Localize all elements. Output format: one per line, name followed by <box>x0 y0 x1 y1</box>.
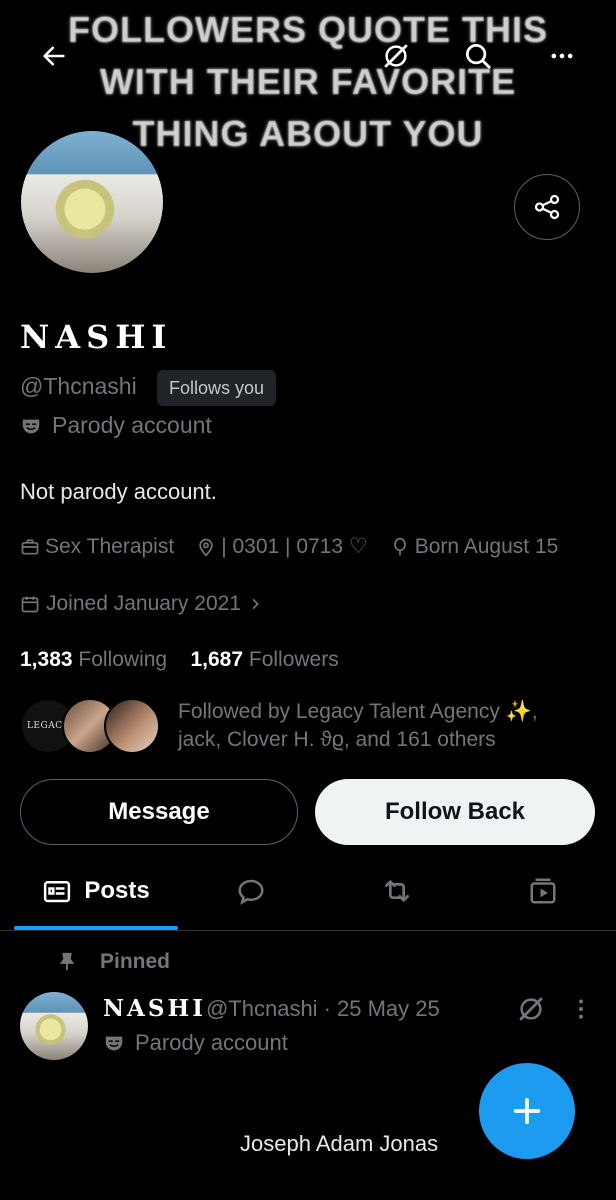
parody-label: Parody account <box>20 412 212 439</box>
active-tab-indicator <box>14 926 178 930</box>
profile-bio: Not parody account. <box>20 479 217 504</box>
follow-back-button[interactable]: Follow Back <box>315 779 595 845</box>
following-link[interactable]: 1,383 Following <box>20 648 167 671</box>
location-text: | 0301 | 0713 ♡ <box>221 535 368 558</box>
post-header: NASHI @Thcnashi · 25 May 25 <box>103 995 440 1022</box>
profession-text: Sex Therapist <box>45 534 175 558</box>
post-avatar[interactable] <box>20 992 88 1060</box>
followed-by-line1: Followed by Legacy Talent Agency ✨, <box>178 700 538 723</box>
pin-icon <box>59 952 75 971</box>
share-icon <box>534 194 560 220</box>
grok-button[interactable] <box>374 34 418 78</box>
followed-by-row[interactable]: LEGACY Followed by Legacy Talent Agency … <box>20 698 538 754</box>
search-icon <box>466 44 491 69</box>
post-body-text: Joseph Adam Jonas <box>240 1131 439 1156</box>
followed-by-line2: jack, Clover H. ϑϱ, and 161 others <box>178 728 496 751</box>
tab-reposts[interactable] <box>358 852 436 930</box>
repost-icon <box>385 880 409 902</box>
more-icon <box>551 53 573 59</box>
video-icon <box>530 878 556 904</box>
balloon-icon <box>393 537 406 555</box>
profile-name: NASHI <box>20 318 173 356</box>
post-date: · 25 May 25 <box>323 996 440 1021</box>
location-pin-icon <box>199 538 213 557</box>
post-grok-button[interactable] <box>516 994 546 1029</box>
post-author-handle[interactable]: @Thcnashi <box>206 996 318 1022</box>
mask-icon <box>22 419 40 433</box>
profile-tabs: Posts <box>0 852 616 931</box>
joined-row[interactable]: Joined January 2021 <box>20 592 263 616</box>
message-button[interactable]: Message <box>20 779 298 845</box>
more-options-button[interactable] <box>540 34 584 78</box>
chevron-right-icon <box>252 598 259 610</box>
search-button[interactable] <box>456 34 500 78</box>
following-count: 1,383 <box>20 648 73 671</box>
share-button[interactable] <box>514 174 580 240</box>
compose-post-button[interactable] <box>479 1063 575 1159</box>
grok-icon <box>384 44 408 68</box>
profile-handle: @Thcnashi <box>20 373 137 399</box>
parody-text: Parody account <box>52 412 212 438</box>
pinned-label: Pinned <box>100 950 171 973</box>
profession-item: Sex Therapist <box>20 535 174 559</box>
birthday-text: Born August 15 <box>414 534 559 558</box>
pinned-indicator: Pinned <box>56 950 170 974</box>
calendar-icon <box>21 596 39 613</box>
profile-avatar[interactable] <box>18 128 166 276</box>
posts-icon <box>44 881 71 903</box>
following-label: Following <box>78 648 168 671</box>
tab-posts-label: Posts <box>84 877 150 904</box>
followers-link[interactable]: 1,687 Followers <box>190 648 338 671</box>
follows-you-badge: Follows you <box>157 370 277 406</box>
post-parody-label: Parody account <box>103 1030 288 1056</box>
mask-icon <box>105 1036 123 1051</box>
post-parody-text: Parody account <box>135 1030 288 1055</box>
location-item: | 0301 | 0713 ♡ <box>196 534 368 559</box>
tab-media[interactable] <box>504 852 582 930</box>
more-vertical-icon <box>579 999 583 1019</box>
followed-by-text: Followed by Legacy Talent Agency ✨, jack… <box>178 698 538 754</box>
clover-avatar <box>104 698 160 754</box>
tab-posts[interactable]: Posts <box>14 852 178 930</box>
back-arrow-icon <box>43 46 65 66</box>
followers-label: Followers <box>248 648 339 671</box>
follow-stats: 1,383 Following 1,687 Followers <box>20 648 339 672</box>
briefcase-icon <box>21 539 39 554</box>
joined-text: Joined January 2021 <box>46 592 241 615</box>
back-button[interactable] <box>32 34 76 78</box>
followers-count: 1,687 <box>190 648 244 671</box>
birthday-item: Born August 15 <box>390 534 559 559</box>
post-author-name[interactable]: NASHI <box>103 995 206 1022</box>
profile-meta: Sex Therapist | 0301 | 0713 ♡ Born Augus… <box>20 534 580 559</box>
plus-icon <box>513 1097 541 1125</box>
tab-replies[interactable] <box>212 852 290 930</box>
post-more-button[interactable] <box>568 994 594 1029</box>
reply-icon <box>238 879 264 905</box>
grok-icon <box>519 997 543 1021</box>
